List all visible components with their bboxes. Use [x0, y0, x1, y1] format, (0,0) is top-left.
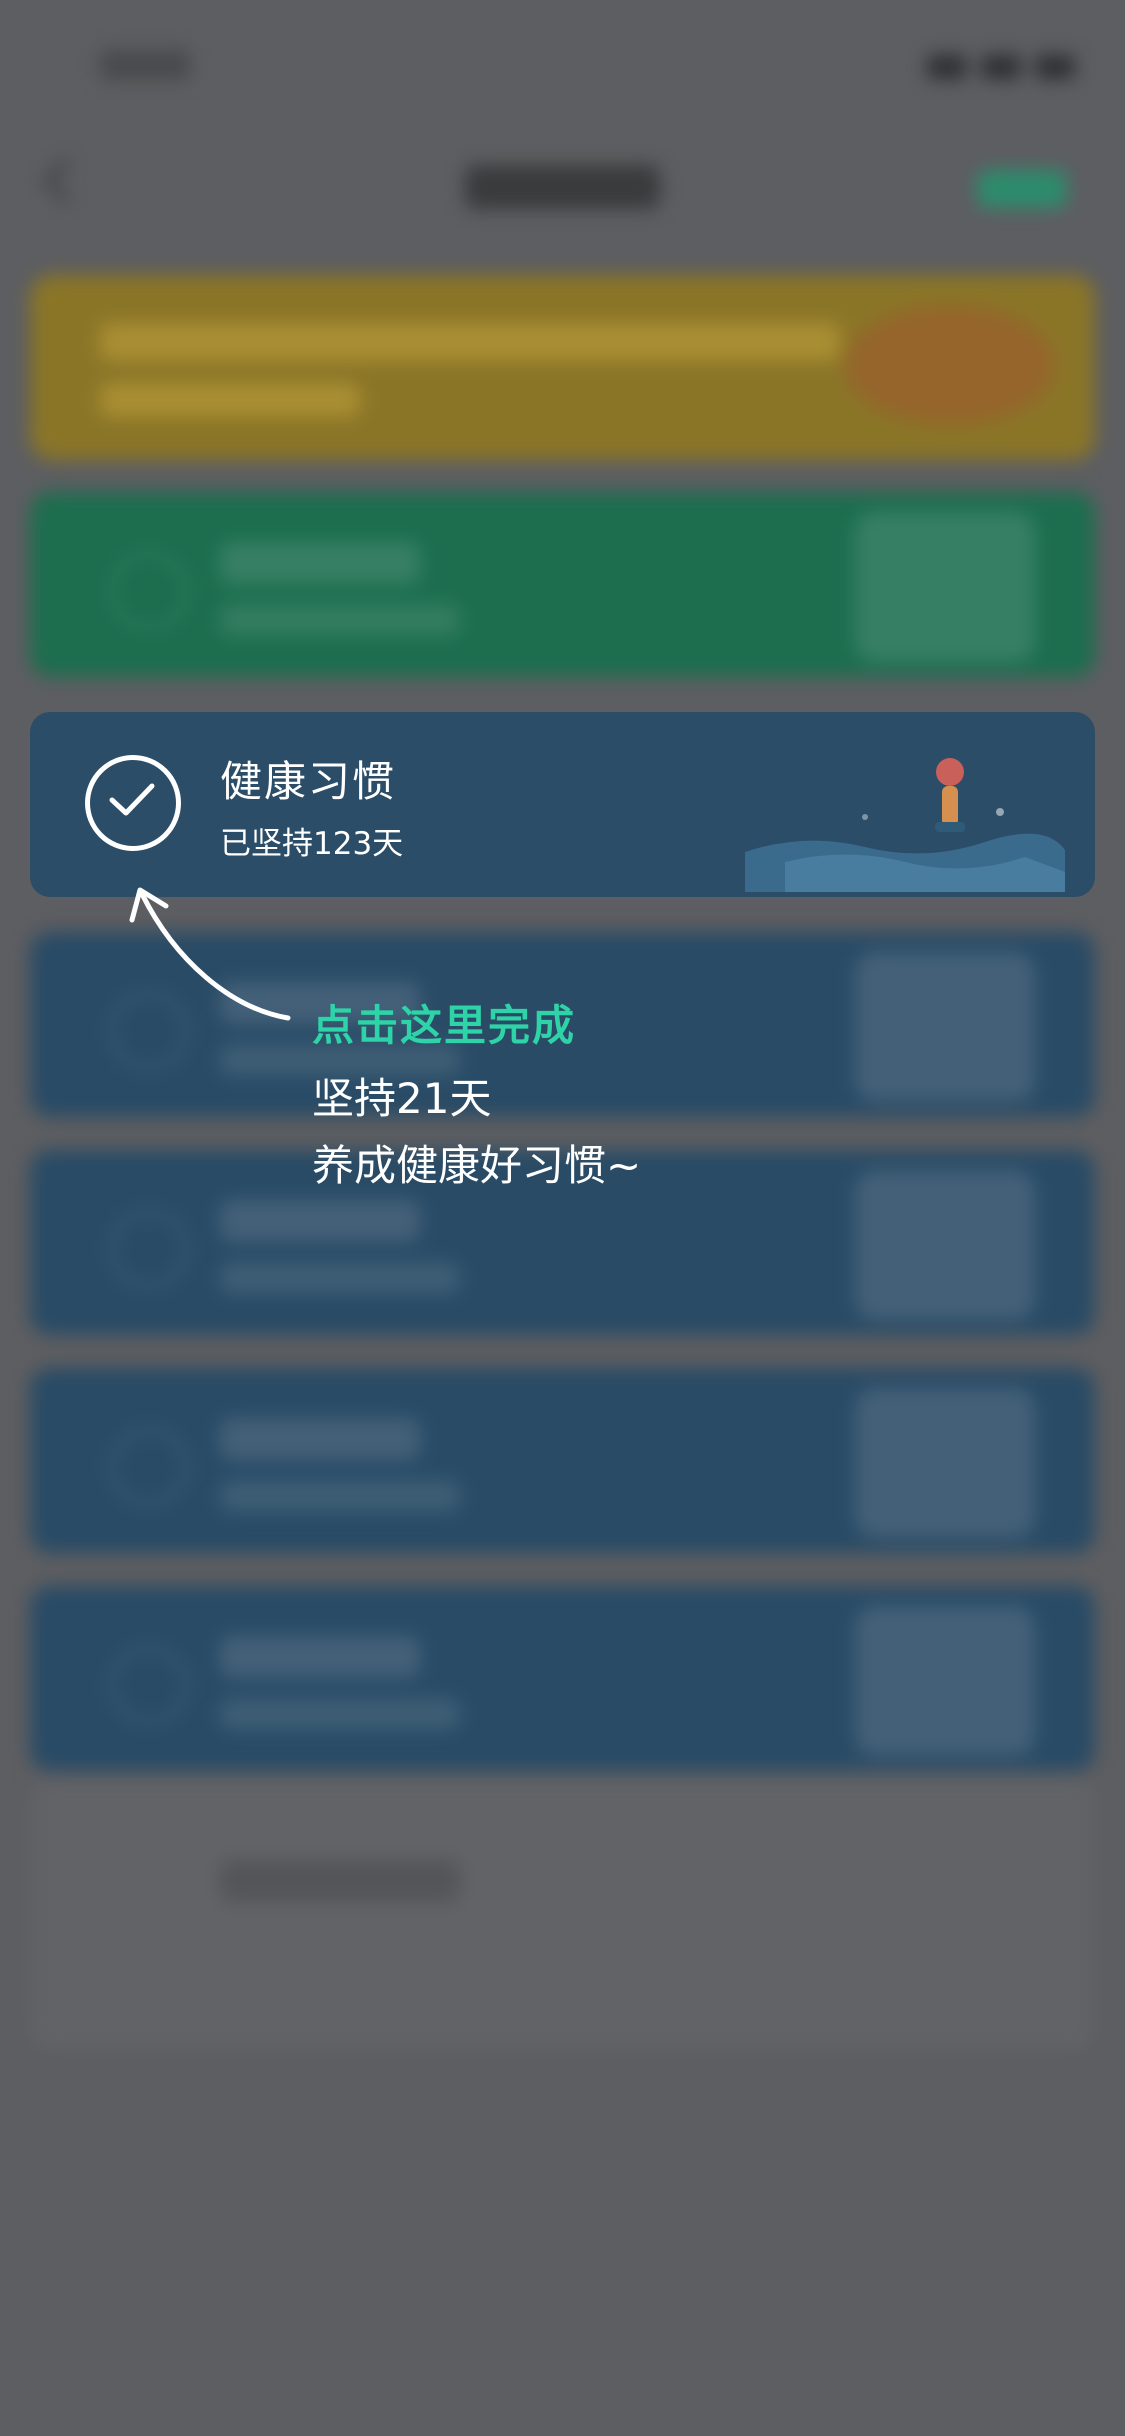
- habit-illustration: [745, 758, 1065, 892]
- promo-banner[interactable]: [30, 275, 1095, 460]
- tip-title: 点击这里完成: [312, 1001, 577, 1050]
- curved-arrow-icon: [129, 887, 291, 1021]
- status-icons: [927, 55, 1075, 79]
- back-icon[interactable]: [43, 158, 89, 204]
- status-time: [100, 50, 190, 80]
- add-habit-area[interactable]: [30, 1780, 1095, 2050]
- check-circle-icon[interactable]: [85, 755, 181, 851]
- habit-check-icon[interactable]: [110, 552, 188, 630]
- habit-card[interactable]: [30, 1368, 1095, 1553]
- tip-text-line1: 坚持21天: [312, 1074, 492, 1123]
- blurred-background: [0, 0, 1125, 2436]
- page-title: [465, 165, 660, 209]
- nav-action-button[interactable]: [977, 170, 1067, 208]
- habit-title: 健康习惯: [220, 757, 397, 806]
- tip-text-line2: 养成健康好习惯~: [312, 1141, 642, 1190]
- habit-check-icon[interactable]: [110, 1210, 188, 1288]
- habit-streak: 已坚持123天: [220, 826, 404, 862]
- habit-check-icon[interactable]: [110, 1428, 188, 1506]
- habit-check-icon[interactable]: [110, 1646, 188, 1724]
- habit-card[interactable]: [30, 1586, 1095, 1771]
- habit-card[interactable]: [30, 492, 1095, 677]
- highlighted-habit-card[interactable]: [30, 712, 1095, 897]
